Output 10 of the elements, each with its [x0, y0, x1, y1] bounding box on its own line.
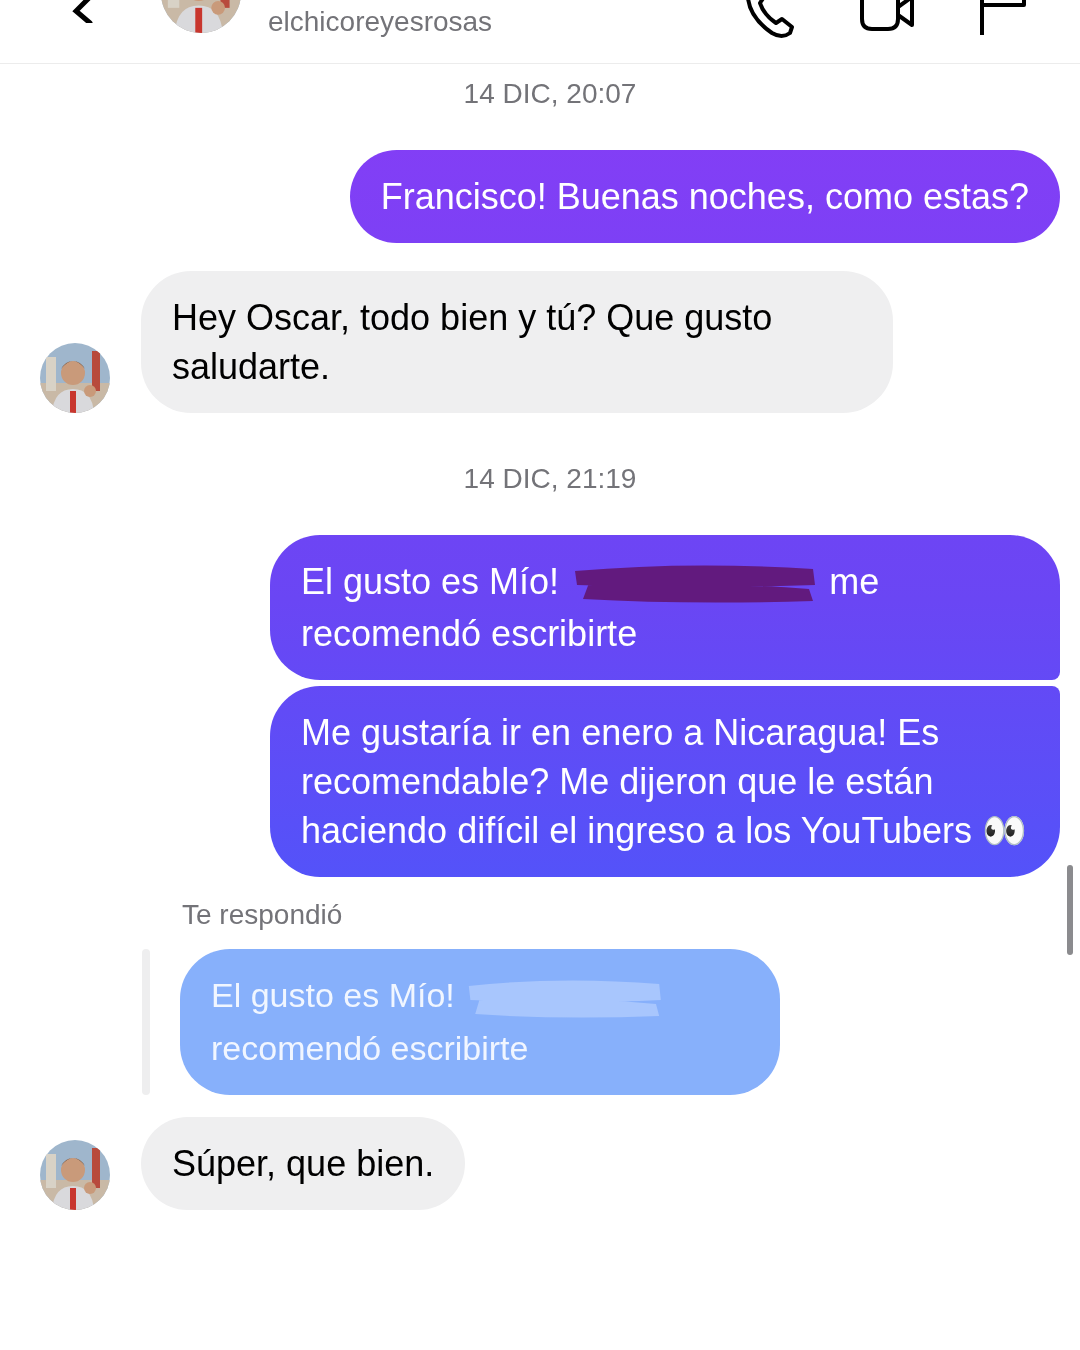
received-message: Hey Oscar, todo bien y tú? Que gusto saludarte.	[141, 271, 893, 413]
reply-label: Te respondió	[182, 899, 344, 932]
timestamp: 14 DIC, 21:19	[463, 463, 637, 495]
sent-message: Me gustaría ir en enero a Nicaragua! Es recomendable? Me dijeron que le están haciendo difícil el ingreso a los YouTubers 👀	[270, 686, 1060, 878]
sent-message: El gusto es Mío! me recomendó escribirte	[270, 535, 1060, 681]
received-message: Súper, que bien.	[141, 1116, 466, 1210]
username: elchicoreyesrosas	[268, 5, 494, 39]
timestamp: 14 DIC, 20:07	[463, 78, 637, 110]
quoted-message: El gusto es Mío! recomendó escribirte	[180, 949, 780, 1095]
sent-message: Francisco! Buenas noches, como estas?	[349, 150, 1060, 243]
